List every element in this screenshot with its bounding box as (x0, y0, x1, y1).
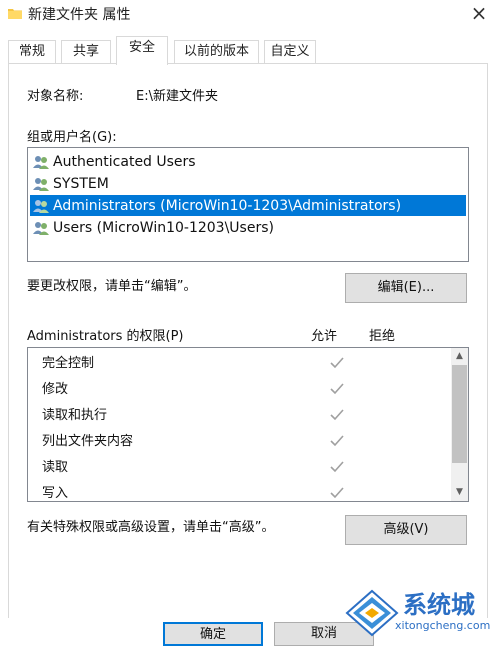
list-item[interactable]: Users (MicroWin10-1203\Users) (30, 217, 466, 238)
edit-hint: 要更改权限，请单击“编辑”。 (27, 279, 197, 294)
permission-name: 完全控制 (42, 356, 95, 371)
title-bar: 新建文件夹 属性 × (0, 0, 500, 30)
scroll-down-icon[interactable]: ▼ (451, 484, 468, 501)
permission-name: 读取 (42, 460, 69, 475)
window-title: 新建文件夹 属性 (28, 7, 131, 23)
allow-check-icon (330, 461, 344, 473)
watermark: 系统城 xitongcheng.com (345, 587, 495, 642)
allow-check-icon (330, 383, 344, 395)
object-name-label: 对象名称: (27, 89, 84, 104)
folder-icon (8, 9, 22, 19)
scroll-up-icon[interactable]: ▲ (451, 348, 468, 365)
permission-row: 列出文件夹内容 (42, 429, 462, 455)
advanced-hint: 有关特殊权限或高级设置，请单击“高级”。 (27, 520, 275, 535)
users-label: 组或用户名(G): (27, 130, 117, 145)
permissions-scrollbar[interactable]: ▲ ▼ (451, 348, 468, 501)
permission-name: 写入 (42, 486, 69, 501)
permission-row: 修改 (42, 377, 462, 403)
watermark-url: xitongcheng.com (395, 619, 491, 632)
users-group-icon (33, 177, 49, 191)
tab-general[interactable]: 常规 (8, 40, 56, 64)
allow-check-icon (330, 487, 344, 499)
user-name: Administrators (MicroWin10-1203\Administ… (53, 197, 402, 214)
list-item[interactable]: Authenticated Users (30, 151, 466, 172)
user-name: Authenticated Users (53, 153, 196, 170)
permission-name: 列出文件夹内容 (42, 434, 134, 449)
list-item[interactable]: SYSTEM (30, 173, 466, 194)
allow-check-icon (330, 409, 344, 421)
permissions-label: Administrators 的权限(P) (27, 329, 184, 344)
users-listbox[interactable]: Authenticated Users SYSTEM Administrator… (27, 147, 469, 262)
watermark-text: 系统城 (403, 591, 475, 619)
edit-button[interactable]: 编辑(E)... (345, 273, 467, 303)
users-group-icon (33, 199, 49, 213)
tab-security[interactable]: 安全 (116, 36, 168, 65)
scroll-thumb[interactable] (452, 365, 467, 463)
permission-row: 读取 (42, 455, 462, 481)
ok-button[interactable]: 确定 (163, 622, 263, 646)
allow-column-header: 允许 (311, 329, 338, 344)
users-group-icon (33, 221, 49, 235)
permission-name: 修改 (42, 382, 69, 397)
tab-sharing[interactable]: 共享 (61, 40, 111, 64)
close-button[interactable]: × (466, 1, 492, 25)
object-name-value: E:\新建文件夹 (136, 89, 218, 104)
deny-column-header: 拒绝 (369, 329, 396, 344)
allow-check-icon (330, 357, 344, 369)
user-name: Users (MicroWin10-1203\Users) (53, 219, 274, 236)
permission-row: 写入 (42, 481, 462, 501)
advanced-button[interactable]: 高级(V) (345, 515, 467, 545)
tab-customize[interactable]: 自定义 (264, 40, 316, 64)
permission-row: 读取和执行 (42, 403, 462, 429)
tab-previous-versions[interactable]: 以前的版本 (174, 40, 259, 64)
user-name: SYSTEM (53, 175, 109, 192)
users-group-icon (33, 155, 49, 169)
watermark-logo-icon (345, 589, 399, 637)
list-item-selected[interactable]: Administrators (MicroWin10-1203\Administ… (30, 195, 466, 216)
permissions-list[interactable]: 完全控制 修改 读取和执行 列出文件夹内容 读取 写入 ▲ ▼ (27, 347, 469, 502)
tab-strip: 常规 共享 安全 以前的版本 自定义 (8, 36, 490, 65)
permission-name: 读取和执行 (42, 408, 108, 423)
permission-row: 完全控制 (42, 351, 462, 377)
allow-check-icon (330, 435, 344, 447)
